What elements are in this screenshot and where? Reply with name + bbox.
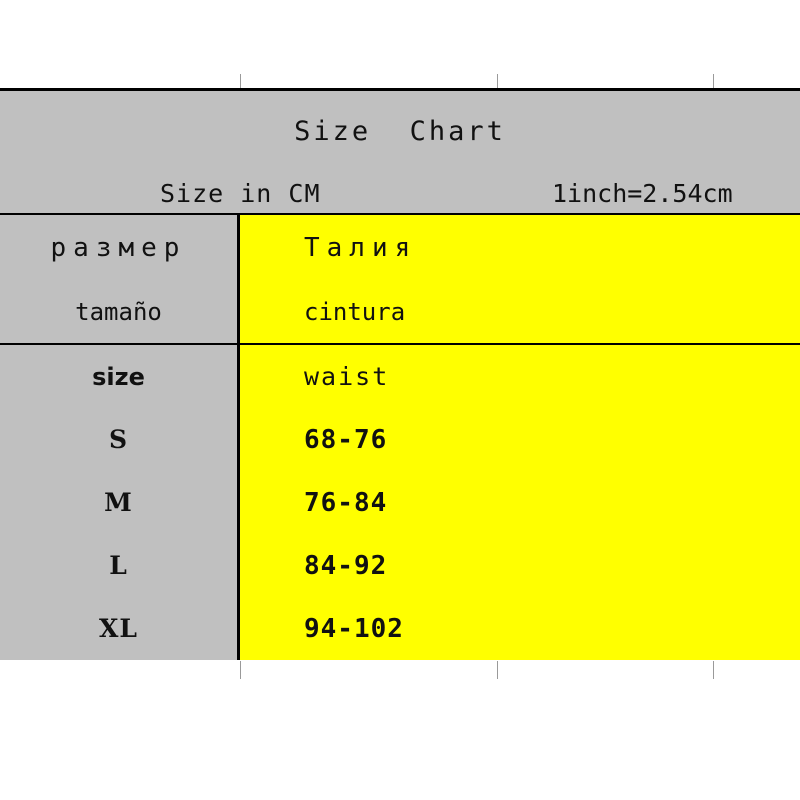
row-waist-cell: 84-92: [240, 534, 800, 597]
column-header-waist: waist: [304, 362, 390, 391]
table-header-row: size waist: [0, 345, 800, 408]
row-size-value: S: [108, 425, 129, 454]
row-size-cell: XL: [0, 597, 240, 660]
ruler-tick-bottom-3: [713, 661, 714, 679]
intro-waist-es: cintura: [304, 297, 406, 326]
row-waist-value: 68-76: [304, 424, 388, 455]
column-header-size-cell: size: [0, 345, 240, 408]
page-title: Size Chart: [294, 116, 506, 147]
size-chart-page: Size Chart Size in CM 1inch=2.54cm разме…: [0, 0, 800, 800]
row-waist-value: 76-84: [304, 487, 388, 518]
row-waist-cell: 76-84: [240, 471, 800, 534]
table-row: S 68-76: [0, 408, 800, 471]
table-row: M 76-84: [0, 471, 800, 534]
intro-label-cell: размер tamaño: [0, 215, 240, 343]
row-waist-value: 84-92: [304, 550, 388, 581]
column-header-waist-cell: waist: [240, 345, 800, 408]
chart-header: Size Chart Size in CM 1inch=2.54cm: [0, 91, 800, 215]
intro-size-ru: размер: [50, 232, 187, 263]
intro-value-cell: Талия cintura: [240, 215, 800, 343]
ruler-tick-bottom-1: [240, 661, 241, 679]
unit-system-label: Size in CM: [160, 179, 321, 208]
row-size-value: M: [104, 488, 133, 517]
intro-size-es: tamaño: [75, 297, 162, 326]
row-waist-cell: 68-76: [240, 408, 800, 471]
intro-waist-ru: Талия: [304, 232, 418, 263]
row-size-value: L: [109, 551, 128, 580]
row-size-cell: L: [0, 534, 240, 597]
ruler-tick-bottom-2: [497, 661, 498, 679]
table-row: XL 94-102: [0, 597, 800, 660]
unit-conversion-label: 1inch=2.54cm: [552, 179, 733, 208]
row-size-value: XL: [99, 614, 138, 643]
table-row: L 84-92: [0, 534, 800, 597]
size-chart-table: Size Chart Size in CM 1inch=2.54cm разме…: [0, 88, 800, 660]
row-waist-cell: 94-102: [240, 597, 800, 660]
column-header-size: size: [92, 362, 145, 391]
chart-body: размер tamaño Талия cintura size waist S…: [0, 215, 800, 660]
row-size-cell: S: [0, 408, 240, 471]
row-size-cell: M: [0, 471, 240, 534]
table-row-intro: размер tamaño Талия cintura: [0, 215, 800, 343]
row-waist-value: 94-102: [304, 613, 404, 644]
